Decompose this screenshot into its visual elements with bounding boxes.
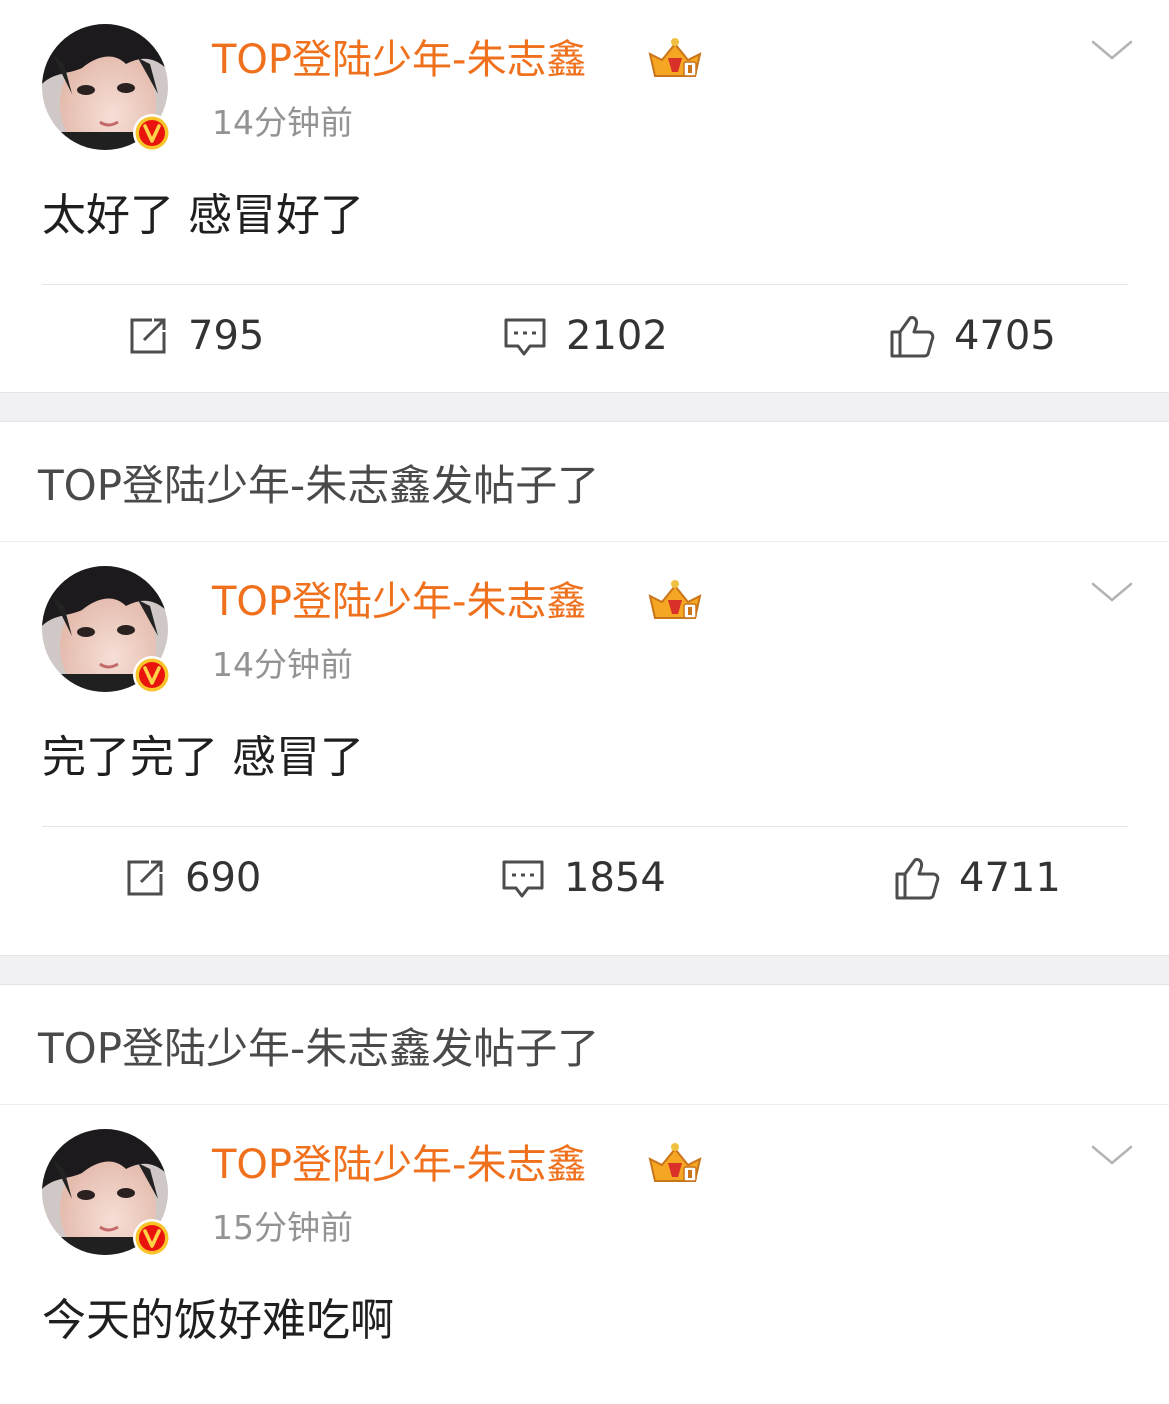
post-notice: TOP登陆少年-朱志鑫发帖子了: [0, 422, 1169, 542]
post-card[interactable]: TOP登陆少年-朱志鑫 14分钟前 太好了 感冒好了 795 2102 4705: [0, 0, 1169, 392]
comment-icon: [504, 318, 546, 356]
like-button[interactable]: 4705: [888, 306, 1056, 366]
avatar[interactable]: [42, 24, 171, 152]
verified-v-icon: [133, 656, 171, 694]
section-separator: [0, 955, 1169, 985]
divider: [42, 284, 1128, 285]
repost-icon: [130, 318, 166, 354]
comment-count: 1854: [564, 855, 666, 901]
avatar[interactable]: [42, 566, 171, 694]
chevron-down-icon[interactable]: [1090, 1143, 1134, 1167]
post-time: 14分钟前: [212, 645, 353, 684]
comment-button[interactable]: 2102: [502, 306, 668, 366]
username[interactable]: TOP登陆少年-朱志鑫: [212, 576, 586, 628]
comment-count: 2102: [566, 313, 668, 359]
post-card[interactable]: TOP登陆少年-朱志鑫 15分钟前 今天的饭好难吃啊: [0, 1105, 1169, 1403]
repost-button[interactable]: 795: [126, 306, 264, 366]
post-notice: TOP登陆少年-朱志鑫发帖子了: [0, 985, 1169, 1105]
post-text: 太好了 感冒好了: [42, 190, 364, 241]
comment-icon: [502, 860, 544, 898]
chevron-down-icon[interactable]: [1090, 580, 1134, 604]
post-time: 15分钟前: [212, 1208, 353, 1247]
crown-badge-icon: [648, 580, 702, 619]
username[interactable]: TOP登陆少年-朱志鑫: [212, 34, 586, 86]
notice-text: TOP登陆少年-朱志鑫发帖子了: [38, 1024, 600, 1073]
like-count: 4705: [954, 313, 1056, 359]
like-button[interactable]: 4711: [893, 848, 1061, 908]
verified-v-icon: [133, 114, 171, 152]
post-card[interactable]: TOP登陆少年-朱志鑫 14分钟前 完了完了 感冒了 690 1854 4711: [0, 542, 1169, 955]
avatar[interactable]: [42, 1129, 171, 1257]
chevron-down-icon[interactable]: [1090, 38, 1134, 62]
comment-button[interactable]: 1854: [500, 848, 666, 908]
post-text: 今天的饭好难吃啊: [42, 1295, 394, 1346]
repost-count: 795: [188, 313, 265, 359]
notice-text: TOP登陆少年-朱志鑫发帖子了: [38, 461, 600, 510]
verified-v-icon: [133, 1219, 171, 1257]
username[interactable]: TOP登陆少年-朱志鑫: [212, 1139, 586, 1191]
post-time: 14分钟前: [212, 103, 353, 142]
like-icon: [890, 316, 935, 358]
section-separator: [0, 392, 1169, 422]
crown-badge-icon: [648, 38, 702, 77]
post-text: 完了完了 感冒了: [42, 732, 364, 783]
like-icon: [895, 858, 940, 900]
repost-icon: [127, 860, 163, 896]
repost-button[interactable]: 690: [123, 848, 261, 908]
repost-count: 690: [185, 855, 262, 901]
divider: [42, 826, 1128, 827]
crown-badge-icon: [648, 1143, 702, 1182]
like-count: 4711: [959, 855, 1061, 901]
